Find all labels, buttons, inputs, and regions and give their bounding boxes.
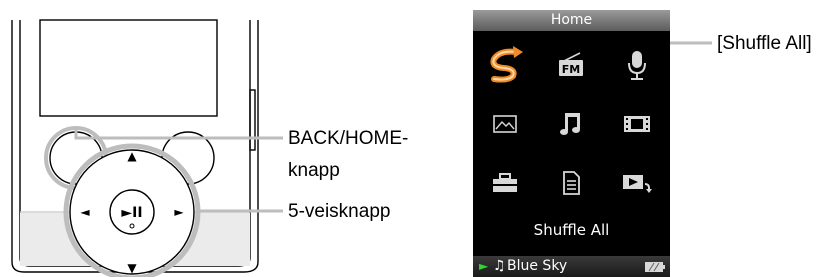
settings-toolbox-icon	[493, 173, 517, 192]
right-arrow-icon: ►	[174, 205, 184, 219]
menu-item-fm-radio[interactable]: FM	[539, 36, 603, 94]
selected-item-label: Shuffle All	[533, 221, 610, 239]
music-icon	[560, 113, 580, 135]
left-arrow-icon: ◄	[80, 205, 90, 219]
menu-item-music[interactable]	[539, 95, 603, 153]
battery-icon	[645, 262, 665, 272]
play-pause-icon: ►II	[121, 205, 142, 221]
shuffle-all-label: [Shuffle All]	[717, 33, 812, 54]
video-icon	[624, 116, 650, 132]
down-arrow-icon: ▼	[127, 261, 137, 275]
play-indicator-icon: ►	[479, 259, 489, 273]
menu-item-photo[interactable]	[473, 95, 537, 153]
back-home-label-line1: BACK/HOME-	[288, 128, 409, 149]
menu-item-video[interactable]	[605, 95, 669, 153]
up-arrow-icon: ▲	[127, 149, 137, 163]
five-way-label: 5-veisknapp	[288, 201, 391, 222]
screen-title: Home	[473, 10, 670, 31]
music-note-icon: ♫	[493, 258, 506, 274]
svg-text:FM: FM	[562, 63, 580, 76]
status-bar: ► ♫ Blue Sky	[473, 256, 670, 277]
photo-icon	[493, 115, 517, 133]
now-playing-title: Blue Sky	[507, 258, 568, 274]
now-playing-icon	[623, 175, 652, 193]
menu-item-settings[interactable]	[473, 154, 537, 212]
menu-item-document[interactable]	[539, 154, 603, 212]
fm-radio-icon: FM	[559, 52, 583, 76]
shuffle-all-icon	[490, 46, 523, 83]
home-menu-grid: FM	[473, 36, 670, 212]
menu-item-voice[interactable]	[605, 36, 669, 94]
home-screen: Home FM Shuffle All ► ♫ Blue Sky	[473, 10, 670, 277]
microphone-icon	[628, 51, 646, 80]
back-home-label-line2: knapp	[288, 160, 340, 181]
menu-item-now-playing[interactable]	[605, 154, 669, 212]
menu-item-shuffle-all[interactable]	[473, 36, 537, 94]
device-illustration: ▲ ▼ ◄ ► ►II	[11, 19, 712, 277]
document-icon	[563, 171, 580, 195]
